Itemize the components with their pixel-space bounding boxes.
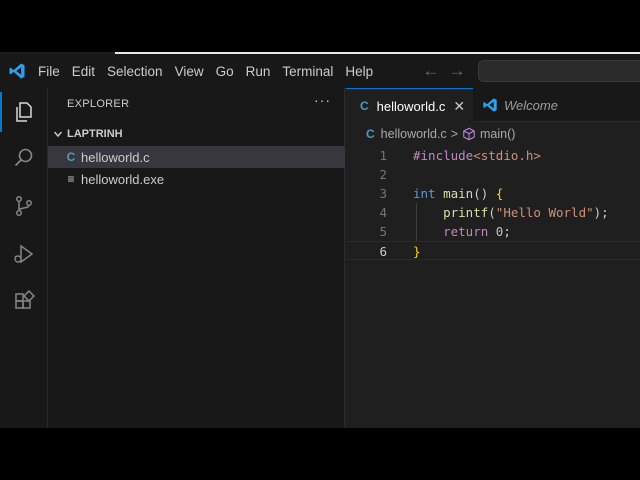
command-center-search[interactable] [478,60,640,82]
folder-laptrinh[interactable]: LAPTRINH [48,124,345,144]
tab-welcome[interactable]: Welcome [474,88,594,122]
c-file-icon: C [360,99,369,113]
activity-run-debug[interactable] [0,232,48,276]
code-token: ( [488,205,496,220]
code-token: ); [593,205,609,220]
menu-file[interactable]: File [33,64,65,79]
tab-helloworld-c[interactable]: C helloworld.c ✕ [346,88,473,123]
file-label: helloworld.exe [81,171,165,187]
explorer-sidebar: EXPLORER ··· LAPTRINH C helloworld.c ≡ h… [48,88,345,428]
activity-source-control[interactable] [0,184,48,228]
line-number: 4 [379,205,387,220]
line-number: 1 [379,148,387,163]
folder-label: LAPTRINH [67,128,123,140]
code-token: printf [443,205,489,220]
code-token: <stdio.h> [473,148,541,163]
line-number: 3 [379,186,387,201]
breadcrumb-file[interactable]: helloworld.c [381,127,447,141]
search-icon [14,148,33,167]
line-number: 5 [379,224,387,239]
file-item-helloworld-c[interactable]: C helloworld.c [48,146,345,168]
vscode-logo-icon [9,63,25,79]
activity-search[interactable] [0,136,48,180]
breadcrumb-symbol[interactable]: main() [480,127,515,141]
code-token: int [413,186,436,201]
code-token: ; [503,224,511,239]
code-line[interactable]: 2 [346,165,640,184]
code-token: { [495,186,504,201]
code-token: return [443,224,489,239]
editor-area: C helloworld.c ✕ Welcome C helloworld.c … [346,88,640,428]
code-token: #include [413,148,474,163]
menu-edit[interactable]: Edit [67,64,100,79]
code-text: int main() { [413,184,503,203]
menu-terminal[interactable]: Terminal [277,64,338,79]
menu-go[interactable]: Go [211,64,239,79]
run-debug-icon [14,244,34,264]
breadcrumb: C helloworld.c > main() [346,122,640,146]
activity-bar [0,88,48,428]
line-number: 6 [379,244,387,259]
code-token: main [443,186,474,201]
explorer-icon [16,102,32,122]
more-actions-icon[interactable]: ··· [314,92,331,108]
code-line[interactable]: 3 int main() { [346,184,640,203]
editor-tabs: C helloworld.c ✕ Welcome [346,88,640,123]
code-text: #include<stdio.h> [413,146,541,165]
code-text: return 0; [413,222,511,241]
method-cube-icon [463,127,475,141]
tab-label: Welcome [504,97,558,113]
code-line[interactable]: 5 return 0; [346,222,640,241]
vscode-logo-icon [483,98,497,112]
binary-file-icon: ≡ [67,172,75,186]
title-bar: File Edit Selection View Go Run Terminal… [0,54,640,88]
code-editor[interactable]: 1 #include<stdio.h> 2 3 int main() {4 printf… [346,146,640,260]
close-icon[interactable]: ✕ [453,98,465,115]
code-token: } [413,244,421,259]
activity-extensions[interactable] [0,280,48,324]
source-control-icon [15,195,33,217]
extensions-icon [15,290,36,309]
menu-run[interactable]: Run [241,64,276,79]
breadcrumb-separator: > [450,127,458,141]
line-number: 2 [379,167,387,182]
code-token: () [473,186,496,201]
code-text: printf("Hello World"); [413,203,609,222]
menu-bar: File Edit Selection View Go Run Terminal… [33,54,380,88]
code-line[interactable]: 1 #include<stdio.h> [346,146,640,165]
arrow-left-icon[interactable]: ← [422,61,440,81]
sidebar-title: EXPLORER [67,98,130,110]
menu-selection[interactable]: Selection [102,64,168,79]
code-text: } [413,242,421,261]
c-file-icon: C [366,127,375,141]
code-line[interactable]: 4 printf("Hello World"); [346,203,640,222]
arrow-right-icon[interactable]: → [448,61,466,81]
code-token: "Hello World" [495,205,594,220]
file-label: helloworld.c [81,149,150,165]
vscode-window: File Edit Selection View Go Run Terminal… [0,52,640,428]
c-file-icon: C [66,150,76,164]
activity-explorer[interactable] [0,90,48,134]
chevron-down-icon [53,131,63,138]
code-line[interactable]: 6} [346,241,640,260]
file-item-helloworld-exe[interactable]: ≡ helloworld.exe [48,168,345,190]
tab-label: helloworld.c [376,98,446,114]
menu-help[interactable]: Help [340,64,378,79]
menu-view[interactable]: View [170,64,209,79]
